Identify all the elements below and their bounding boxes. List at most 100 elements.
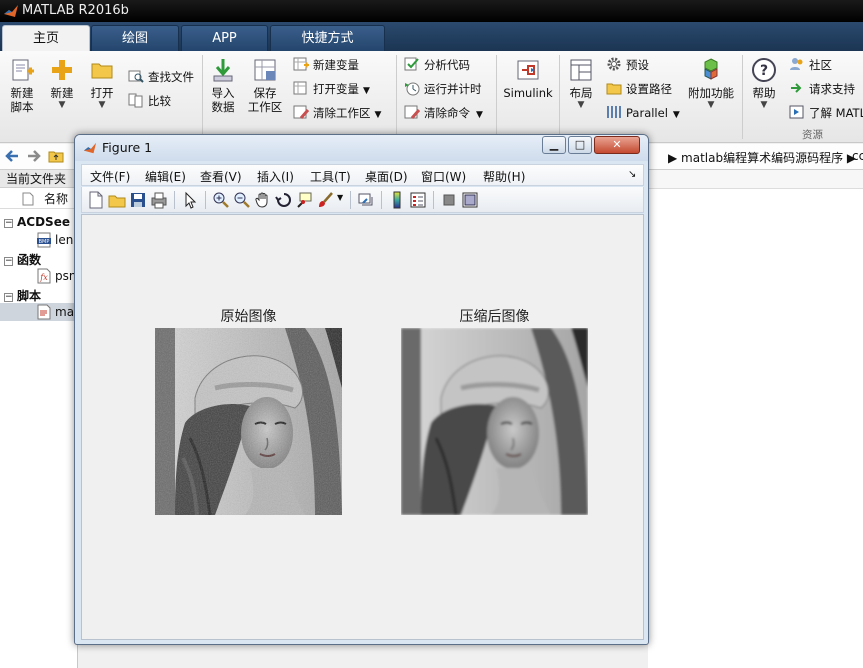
brush-icon[interactable] bbox=[317, 191, 335, 209]
compare-icon bbox=[128, 93, 143, 108]
figure-toolbar: ▼ bbox=[81, 187, 644, 213]
close-button[interactable]: ✕ bbox=[594, 136, 640, 154]
simulink-icon bbox=[517, 60, 539, 80]
dock-figure-icon[interactable]: ↘ bbox=[628, 169, 636, 180]
learn-matlab-label: 了解 MATL bbox=[809, 106, 863, 120]
maximize-button[interactable]: □ bbox=[568, 136, 592, 154]
new-button[interactable]: 新建 ▼ bbox=[45, 57, 79, 110]
pan-icon[interactable] bbox=[254, 191, 272, 209]
show-plot-tools-icon[interactable] bbox=[461, 191, 479, 209]
tab-home[interactable]: 主页 bbox=[2, 25, 90, 52]
toolbar-separator bbox=[433, 191, 434, 209]
preferences-button[interactable]: 预设 bbox=[606, 55, 649, 75]
forward-arrow-icon[interactable] bbox=[26, 148, 42, 164]
column-header[interactable]: 名称 bbox=[0, 189, 78, 209]
menu-desktop[interactable]: 桌面(D) bbox=[365, 168, 408, 185]
analyze-code-button[interactable]: 分析代码 bbox=[404, 55, 470, 75]
original-image[interactable] bbox=[155, 328, 342, 515]
tab-shortcuts[interactable]: 快捷方式 bbox=[270, 25, 385, 51]
print-icon[interactable] bbox=[150, 191, 168, 209]
breadcrumb-folder-truncated[interactable]: cc bbox=[852, 149, 863, 163]
clear-workspace-button[interactable]: 清除工作区 ▼ bbox=[293, 103, 381, 123]
open-button[interactable]: 打开 ▼ bbox=[84, 57, 120, 110]
new-variable-button[interactable]: 新建变量 bbox=[293, 55, 359, 75]
tree-item-psn[interactable]: fx psn bbox=[36, 268, 76, 284]
addons-button[interactable]: 附加功能 ▼ bbox=[686, 57, 736, 110]
menu-insert[interactable]: 插入(I) bbox=[257, 168, 294, 185]
tree-group-label: 脚本 bbox=[17, 289, 42, 303]
open-file-icon[interactable] bbox=[108, 191, 126, 209]
menu-file[interactable]: 文件(F) bbox=[90, 168, 130, 185]
legend-icon[interactable] bbox=[409, 191, 427, 209]
open-variable-button[interactable]: 打开变量 ▼ bbox=[293, 79, 370, 99]
brush-dropdown-icon[interactable]: ▼ bbox=[337, 193, 343, 202]
open-variable-dropdown-icon[interactable]: ▼ bbox=[363, 86, 370, 96]
save-workspace-button[interactable]: 保存 工作区 bbox=[246, 57, 284, 114]
simulink-button[interactable]: Simulink bbox=[502, 57, 554, 100]
breadcrumb-folder[interactable]: matlab编程算术编码源码程序 bbox=[681, 151, 843, 165]
addons-cubes-icon bbox=[704, 58, 718, 80]
bmp-file-icon: BMP bbox=[37, 232, 51, 248]
run-and-time-button[interactable]: 运行并计时 bbox=[404, 79, 482, 99]
figure-window[interactable]: Figure 1 ▁ □ ✕ 文件(F) 编辑(E) 查看(V) 插入(I) 工… bbox=[74, 134, 649, 645]
clear-commands-icon bbox=[404, 105, 420, 119]
clear-commands-dropdown-icon[interactable]: ▼ bbox=[476, 110, 483, 120]
help-button[interactable]: ? 帮助 ▼ bbox=[748, 57, 780, 110]
collapse-icon[interactable]: − bbox=[4, 219, 13, 228]
current-folder-panel: 当前文件夹 名称 − ACDSee I BMP len − 函数 fx psn − 脚本 … bbox=[0, 170, 79, 668]
menu-window[interactable]: 窗口(W) bbox=[421, 168, 466, 185]
learn-matlab-button[interactable]: 了解 MATL bbox=[789, 103, 863, 123]
compressed-image[interactable] bbox=[401, 328, 588, 515]
data-cursor-icon[interactable] bbox=[296, 191, 314, 209]
layout-button[interactable]: 布局 ▼ bbox=[564, 57, 598, 110]
clear-workspace-icon bbox=[293, 105, 309, 119]
collapse-icon[interactable]: − bbox=[4, 293, 13, 302]
tab-plots[interactable]: 绘图 bbox=[91, 25, 179, 51]
hide-plot-tools-icon[interactable] bbox=[440, 191, 458, 209]
menu-view[interactable]: 查看(V) bbox=[200, 168, 242, 185]
new-script-button[interactable]: 新建 脚本 bbox=[4, 57, 40, 114]
breadcrumb[interactable]: ▶ matlab编程算术编码源码程序 ▶ bbox=[668, 149, 856, 166]
save-icon[interactable] bbox=[129, 191, 147, 209]
menu-tools[interactable]: 工具(T) bbox=[310, 168, 351, 185]
find-files-button[interactable]: 查找文件 bbox=[128, 67, 194, 87]
rotate-3d-icon[interactable] bbox=[275, 191, 293, 209]
tree-group-scripts[interactable]: − 脚本 bbox=[4, 287, 41, 304]
link-plot-icon[interactable] bbox=[357, 191, 375, 209]
svg-text:?: ? bbox=[760, 63, 768, 79]
menu-help[interactable]: 帮助(H) bbox=[483, 168, 525, 185]
tree-group-acdsee[interactable]: − ACDSee I bbox=[4, 215, 79, 229]
up-folder-icon[interactable] bbox=[48, 148, 64, 164]
clear-commands-button[interactable]: 清除命令 ▼ bbox=[404, 103, 483, 123]
tree-group-functions[interactable]: − 函数 bbox=[4, 251, 41, 268]
collapse-icon[interactable]: − bbox=[4, 257, 13, 266]
back-arrow-icon[interactable] bbox=[4, 148, 20, 164]
tree-group-label: 函数 bbox=[17, 253, 42, 267]
clear-workspace-dropdown-icon[interactable]: ▼ bbox=[375, 110, 382, 120]
figure-titlebar[interactable]: Figure 1 ▁ □ ✕ bbox=[75, 135, 648, 161]
import-data-button[interactable]: 导入 数据 bbox=[206, 57, 240, 114]
figure-canvas[interactable]: 原始图像 压缩后图像 bbox=[81, 214, 644, 640]
layout-icon bbox=[570, 59, 592, 81]
parallel-button[interactable]: Parallel ▼ bbox=[606, 103, 680, 123]
request-support-button[interactable]: 请求支持 bbox=[789, 79, 855, 99]
help-label: 帮助 bbox=[752, 86, 776, 100]
community-button[interactable]: 社区 bbox=[789, 55, 832, 75]
compare-button[interactable]: 比较 bbox=[128, 91, 171, 111]
menu-edit[interactable]: 编辑(E) bbox=[145, 168, 186, 185]
ribbon-separator bbox=[742, 55, 743, 139]
new-figure-icon[interactable] bbox=[87, 191, 105, 209]
pointer-icon[interactable] bbox=[181, 191, 199, 209]
set-path-button[interactable]: 设置路径 bbox=[606, 79, 672, 99]
toolbar-separator bbox=[174, 191, 175, 209]
minimize-button[interactable]: ▁ bbox=[542, 136, 566, 154]
zoom-out-icon[interactable] bbox=[233, 191, 251, 209]
toolbar-separator bbox=[381, 191, 382, 209]
zoom-in-icon[interactable] bbox=[212, 191, 230, 209]
tree-item-mal-selected[interactable]: mal bbox=[0, 303, 78, 321]
tree-item-len[interactable]: BMP len bbox=[36, 232, 73, 248]
colorbar-icon[interactable] bbox=[388, 191, 406, 209]
editor-pane[interactable] bbox=[648, 188, 863, 668]
parallel-dropdown-icon[interactable]: ▼ bbox=[673, 110, 680, 120]
tab-apps[interactable]: APP bbox=[181, 25, 268, 51]
